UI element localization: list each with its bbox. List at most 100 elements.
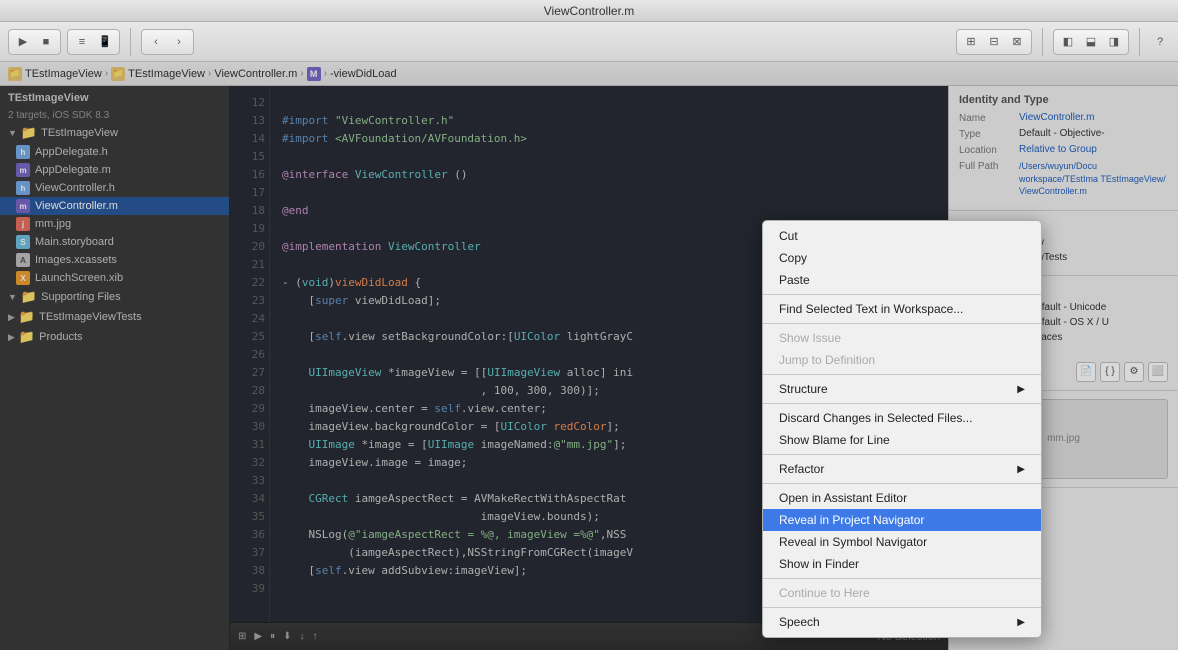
sidebar-group-testimageview[interactable]: ▼ 📁 TEstImageView: [0, 123, 229, 143]
editor-mode-group[interactable]: ⊞ ⊟ ⊠: [956, 29, 1032, 55]
sidebar-item-appdelegate-h[interactable]: h AppDelegate.h: [0, 143, 229, 161]
context-menu-item[interactable]: Cut: [763, 225, 1041, 247]
code-line: [282, 184, 936, 202]
window-title: ViewController.m: [544, 4, 634, 18]
settings-icon-2[interactable]: { }: [1100, 362, 1120, 382]
h-icon: h: [16, 181, 30, 195]
context-menu-item-label: Paste: [779, 273, 810, 287]
separator-3: [1139, 28, 1140, 56]
context-menu-item: Show Issue: [763, 327, 1041, 349]
standard-editor-button[interactable]: ⊞: [961, 32, 981, 52]
breadcrumb-sep-3: ›: [300, 68, 303, 79]
run-stop-group[interactable]: ▶ ■: [8, 29, 61, 55]
project-targets: 2 targets, iOS SDK 8.3: [0, 108, 229, 123]
bottom-bar-pause-btn[interactable]: ⏸: [270, 631, 275, 642]
context-menu-item-label: Speech: [779, 615, 820, 629]
breadcrumb-folder2[interactable]: 📁 TEstImageView: [111, 67, 205, 81]
sidebar-group-label-products: Products: [39, 331, 82, 343]
context-menu-item-label: Refactor: [779, 462, 824, 476]
location-value: Relative to Group: [1019, 144, 1168, 155]
bottom-bar-step-out-btn[interactable]: ↑: [312, 631, 317, 642]
bottom-bar-step-over-btn[interactable]: ⬇: [283, 631, 291, 642]
settings-icon-3[interactable]: ⚙: [1124, 362, 1144, 382]
scheme-group[interactable]: ≡ 📱: [67, 29, 120, 55]
arrow-icon: ▶: [8, 312, 15, 323]
code-line: @end: [282, 202, 936, 220]
location-label: Location: [959, 144, 1019, 156]
stop-button[interactable]: ■: [36, 32, 56, 52]
left-panel-button[interactable]: ◧: [1058, 32, 1078, 52]
sidebar-group-products[interactable]: ▶ 📁 Products: [0, 327, 229, 347]
sidebar-label: ViewController.m: [35, 200, 118, 212]
context-menu-item-label: Open in Assistant Editor: [779, 491, 907, 505]
context-menu-item[interactable]: Reveal in Project Navigator: [763, 509, 1041, 531]
sidebar-item-images-xcassets[interactable]: A Images.xcassets: [0, 251, 229, 269]
context-menu-item[interactable]: Show in Finder: [763, 553, 1041, 575]
folder-icon: 📁: [21, 289, 37, 305]
forward-button[interactable]: ›: [169, 32, 189, 52]
run-button[interactable]: ▶: [13, 32, 33, 52]
context-menu-item[interactable]: Refactor ▶: [763, 458, 1041, 480]
submenu-arrow-icon: ▶: [1017, 384, 1025, 395]
panel-toggle-group[interactable]: ◧ ⬓ ◨: [1053, 29, 1129, 55]
context-menu-item[interactable]: Show Blame for Line: [763, 429, 1041, 451]
sidebar-group-tests[interactable]: ▶ 📁 TEstImageViewTests: [0, 307, 229, 327]
sidebar-group-label: TEstImageView: [41, 127, 118, 139]
bottom-bar-play-btn[interactable]: ▶: [254, 631, 262, 642]
submenu-arrow-icon: ▶: [1017, 464, 1025, 475]
arrow-icon: ▼: [8, 292, 17, 302]
sidebar-item-viewcontroller-h[interactable]: h ViewController.h: [0, 179, 229, 197]
breadcrumb-sep-1: ›: [105, 68, 108, 79]
sidebar-item-viewcontroller-m[interactable]: m ViewController.m: [0, 197, 229, 215]
sidebar-item-main-storyboard[interactable]: S Main.storyboard: [0, 233, 229, 251]
context-menu-item-label: Reveal in Project Navigator: [779, 513, 924, 527]
context-menu-separator: [763, 578, 1041, 579]
context-menu-item[interactable]: Paste: [763, 269, 1041, 291]
right-panel-button[interactable]: ◨: [1104, 32, 1124, 52]
breadcrumb-method[interactable]: -viewDidLoad: [330, 68, 397, 80]
device-button[interactable]: 📱: [95, 32, 115, 52]
bottom-bar-view-btn[interactable]: ⊞: [238, 631, 246, 642]
context-menu-item[interactable]: Copy: [763, 247, 1041, 269]
version-editor-button[interactable]: ⊠: [1007, 32, 1027, 52]
scheme-button[interactable]: ≡: [72, 32, 92, 52]
back-button[interactable]: ‹: [146, 32, 166, 52]
back-forward-group[interactable]: ‹ ›: [141, 29, 194, 55]
submenu-arrow-icon: ▶: [1017, 617, 1025, 628]
context-menu-item[interactable]: Open in Assistant Editor: [763, 487, 1041, 509]
help-button[interactable]: ?: [1150, 32, 1170, 52]
context-menu-item[interactable]: Find Selected Text in Workspace...: [763, 298, 1041, 320]
context-menu-item-label: Show Issue: [779, 331, 841, 345]
title-bar: ViewController.m: [0, 0, 1178, 22]
assistant-editor-button[interactable]: ⊟: [984, 32, 1004, 52]
context-menu-item[interactable]: Discard Changes in Selected Files...: [763, 407, 1041, 429]
xcassets-icon: A: [16, 253, 30, 267]
sidebar-item-appdelegate-m[interactable]: m AppDelegate.m: [0, 161, 229, 179]
breadcrumb-badge[interactable]: M: [307, 67, 321, 81]
h-icon: h: [16, 145, 30, 159]
identity-type-title: Identity and Type: [959, 94, 1168, 106]
sidebar-label: LaunchScreen.xib: [35, 272, 123, 284]
breadcrumb-folder1[interactable]: 📁 TEstImageView: [8, 67, 102, 81]
settings-icon-1[interactable]: 📄: [1076, 362, 1096, 382]
sidebar-item-mm-jpg[interactable]: j mm.jpg: [0, 215, 229, 233]
bottom-bar-step-in-btn[interactable]: ↓: [299, 631, 304, 642]
sidebar-group-supporting-files[interactable]: ▼ 📁 Supporting Files: [0, 287, 229, 307]
context-menu-item[interactable]: Reveal in Symbol Navigator: [763, 531, 1041, 553]
context-menu-item[interactable]: Structure▶: [763, 378, 1041, 400]
full-path-row: Full Path /Users/wuyun/Docu workspace/TE…: [959, 160, 1168, 198]
context-menu-item[interactable]: Speech ▶: [763, 611, 1041, 633]
code-line: #import <AVFoundation/AVFoundation.h>: [282, 130, 936, 148]
breadcrumb-sep-2: ›: [208, 68, 211, 79]
xib-icon: X: [16, 271, 30, 285]
context-menu-item-label: Reveal in Symbol Navigator: [779, 535, 927, 549]
identity-type-section: Identity and Type Name ViewController.m …: [949, 86, 1178, 211]
context-menu-item: Continue to Here: [763, 582, 1041, 604]
settings-icon-4[interactable]: ⬜: [1148, 362, 1168, 382]
code-line: [282, 148, 936, 166]
breadcrumb-file[interactable]: ViewController.m: [214, 68, 297, 80]
breadcrumb-label-1: TEstImageView: [25, 68, 102, 80]
sidebar-item-launchscreen-xib[interactable]: X LaunchScreen.xib: [0, 269, 229, 287]
file-m-badge: M: [307, 67, 321, 81]
bottom-panel-button[interactable]: ⬓: [1081, 32, 1101, 52]
